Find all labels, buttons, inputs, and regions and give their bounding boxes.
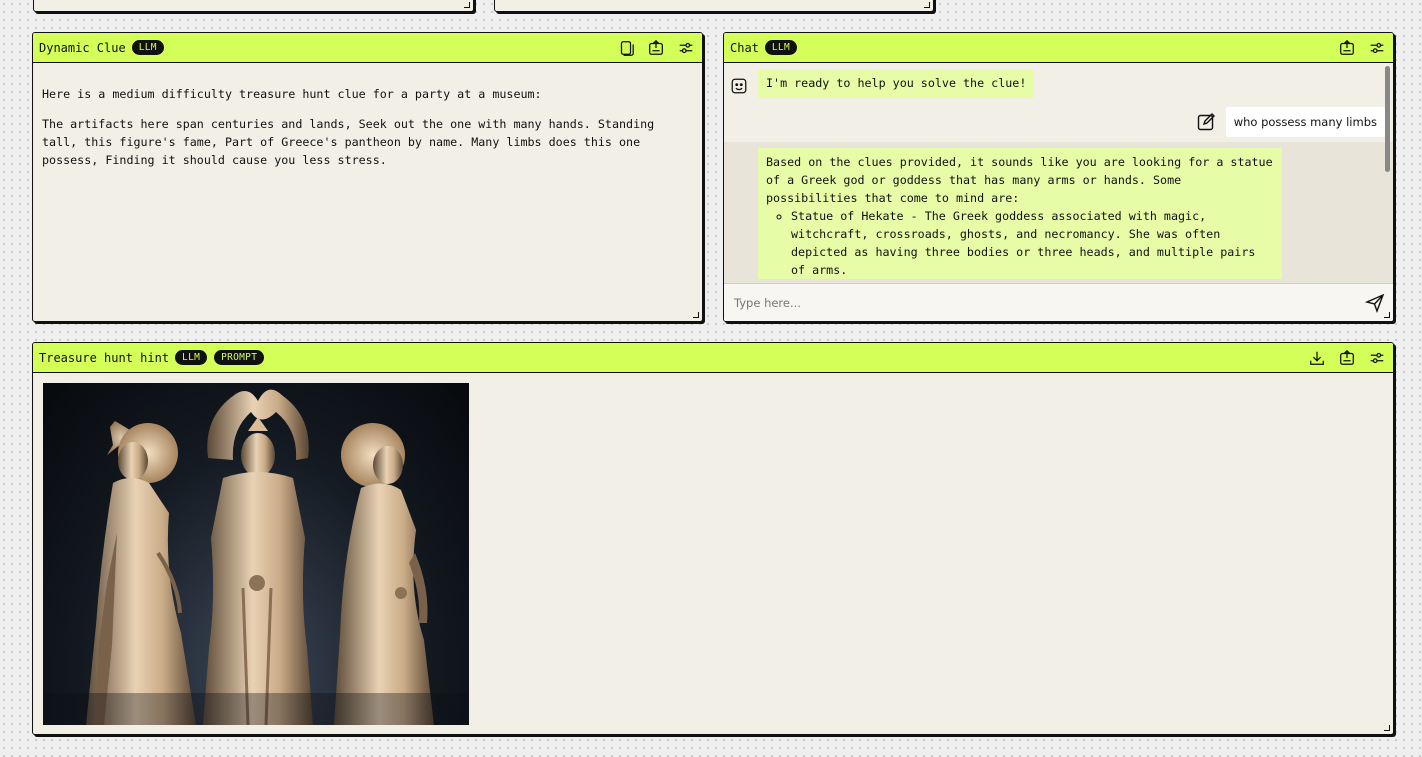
clue-text: Here is a medium difficulty treasure hun…	[33, 63, 702, 321]
treasure-hint-panel: Treasure hunt hint LLM PROMPT	[32, 342, 1394, 735]
llm-badge: LLM	[131, 40, 164, 55]
user-message: who possess many limbs	[724, 98, 1393, 137]
resize-handle[interactable]	[924, 2, 930, 8]
bot-answer-bubble: Based on the clues provided, it sounds l…	[758, 148, 1282, 279]
settings-sliders-icon[interactable]	[676, 38, 696, 58]
export-icon[interactable]	[1337, 348, 1357, 368]
bot-message: I'm ready to help you solve the clue!	[724, 63, 1393, 98]
panel-title: Dynamic Clue	[39, 40, 126, 55]
chat-input[interactable]	[732, 294, 1365, 311]
resize-handle[interactable]	[1384, 312, 1390, 318]
top-panel-right	[494, 0, 934, 12]
send-icon[interactable]	[1365, 293, 1385, 313]
llm-badge: LLM	[175, 350, 208, 365]
panel-title: Chat	[730, 40, 759, 55]
top-panel-left	[33, 0, 474, 12]
chat-scrollbar[interactable]	[1385, 66, 1390, 172]
resize-handle[interactable]	[693, 312, 699, 318]
clue-poem: The artifacts here span centuries and la…	[42, 117, 655, 167]
statue-image	[43, 383, 469, 725]
panel-header[interactable]: Chat LLM	[724, 33, 1393, 63]
left-statue	[86, 421, 196, 725]
bot-answer-list: Statue of Hekate - The Greek goddess ass…	[766, 207, 1274, 279]
download-icon[interactable]	[1307, 348, 1327, 368]
chat-messages[interactable]: I'm ready to help you solve the clue! wh…	[724, 63, 1393, 283]
prompt-badge: PROMPT	[214, 350, 265, 365]
bot-answer-item: Statue of Hekate - The Greek goddess ass…	[791, 207, 1274, 279]
middle-statue	[203, 389, 313, 725]
clue-intro: Here is a medium difficulty treasure hun…	[42, 87, 542, 101]
settings-sliders-icon[interactable]	[1367, 38, 1387, 58]
chat-input-bar	[724, 283, 1393, 321]
bot-bubble: I'm ready to help you solve the clue!	[758, 70, 1035, 98]
export-icon[interactable]	[646, 38, 666, 58]
settings-sliders-icon[interactable]	[1367, 348, 1387, 368]
resize-handle[interactable]	[1384, 725, 1390, 731]
dynamic-clue-panel: Dynamic Clue LLM Here is a medium diffic…	[32, 32, 703, 322]
export-icon[interactable]	[1337, 38, 1357, 58]
copy-icon[interactable]	[616, 38, 636, 58]
llm-badge: LLM	[764, 40, 797, 55]
resize-handle[interactable]	[464, 2, 470, 8]
panel-title: Treasure hunt hint	[39, 350, 170, 365]
panel-header[interactable]: Treasure hunt hint LLM PROMPT	[33, 343, 1393, 373]
panel-header[interactable]: Dynamic Clue LLM	[33, 33, 702, 63]
bot-avatar-icon	[731, 78, 747, 94]
bot-answer-intro: Based on the clues provided, it sounds l…	[766, 155, 1273, 205]
user-bubble: who possess many limbs	[1225, 107, 1385, 137]
bot-answer-row: Based on the clues provided, it sounds l…	[724, 142, 1393, 283]
edit-icon[interactable]	[1196, 112, 1216, 132]
chat-panel: Chat LLM I'm ready to help you solve the…	[723, 32, 1394, 322]
right-statue	[334, 423, 434, 725]
